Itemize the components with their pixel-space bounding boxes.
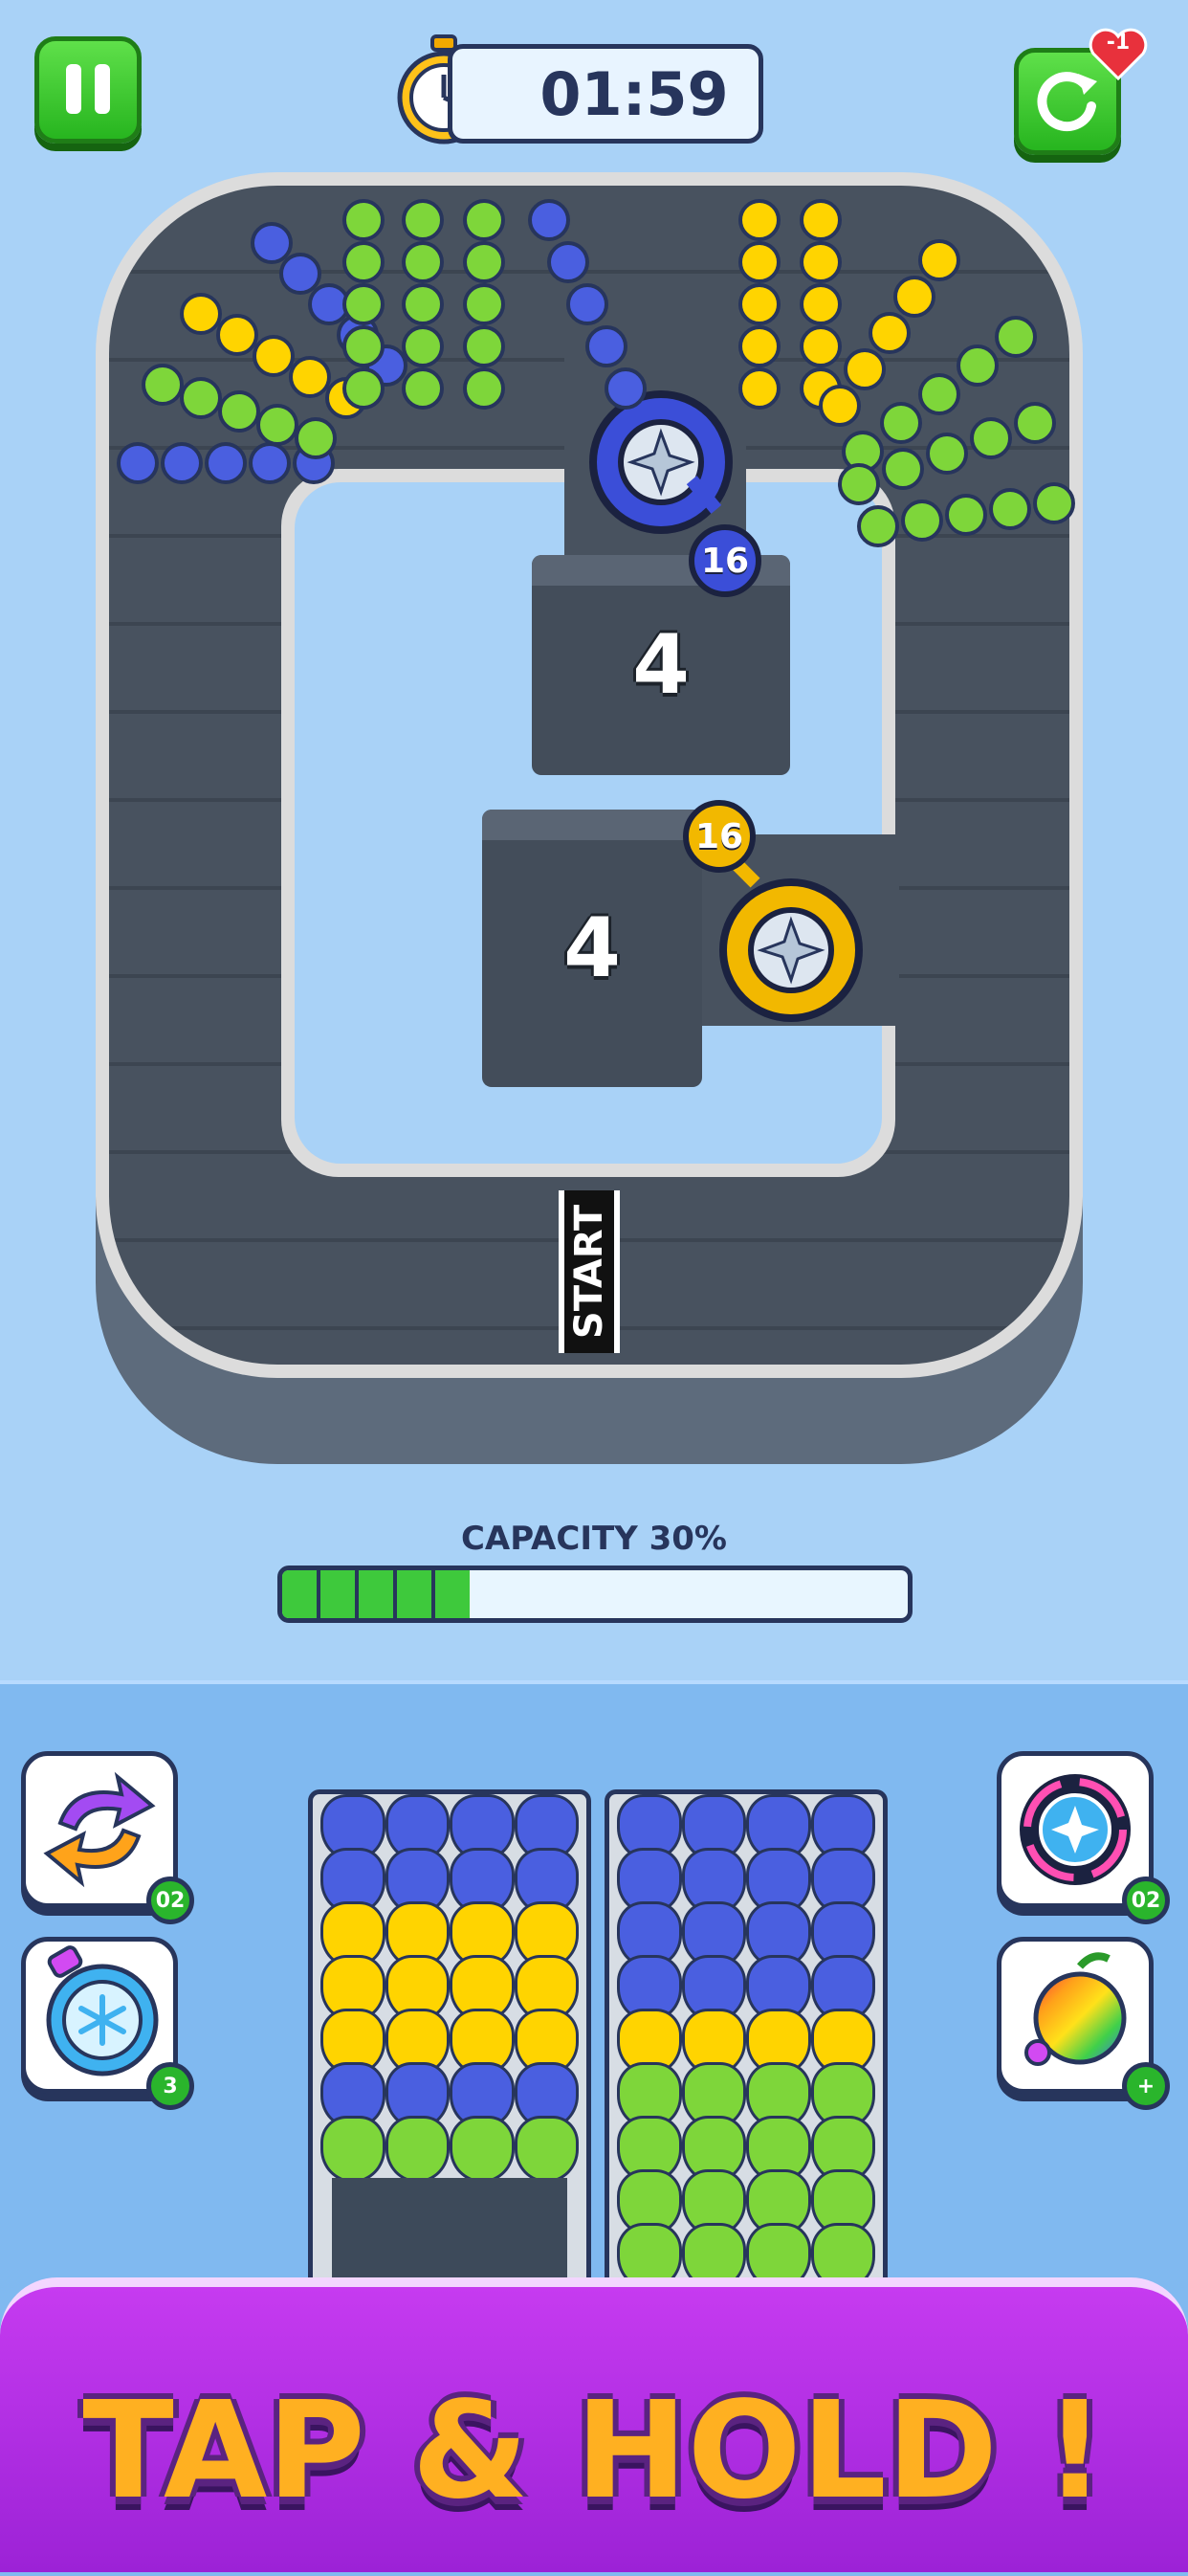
shuriken-icon <box>627 428 695 497</box>
bay-top-count: 4 <box>632 617 690 713</box>
track-fruit <box>463 367 505 410</box>
track-fruit <box>402 325 444 367</box>
track-fruit <box>402 199 444 241</box>
track-fruit <box>738 283 781 325</box>
track-fruit <box>249 442 291 484</box>
track-fruit <box>342 283 385 325</box>
track-fruit <box>844 348 886 390</box>
bay-mid-count: 4 <box>563 900 621 996</box>
track-fruit <box>800 325 842 367</box>
freeze-count: 3 <box>146 2062 194 2110</box>
track-fruit <box>463 199 505 241</box>
timer-display: 01:59 <box>448 44 763 144</box>
track-fruit <box>463 283 505 325</box>
track-fruit <box>253 335 295 377</box>
track-fruit <box>926 433 968 475</box>
track-fruit <box>893 276 935 318</box>
tap-hold-banner: TAP & HOLD ! <box>0 2277 1188 2572</box>
track-fruit <box>880 402 922 444</box>
track-fruit <box>1033 482 1075 524</box>
spinner-tool-button[interactable]: 02 <box>997 1751 1170 1924</box>
yellow-launcher-count: 16 <box>683 800 756 873</box>
shuffle-icon <box>43 1771 156 1888</box>
track-fruit <box>342 199 385 241</box>
track-fruit <box>918 373 960 415</box>
track-fruit <box>342 367 385 410</box>
track-fruit <box>738 367 781 410</box>
track-fruit <box>882 448 924 490</box>
track-fruit <box>402 241 444 283</box>
track-fruit <box>402 283 444 325</box>
track-fruit <box>819 385 861 427</box>
fruit-bay-middle: 4 <box>482 810 702 1087</box>
track-fruit <box>738 199 781 241</box>
fruit-column-right[interactable] <box>605 1789 888 2306</box>
track-fruit <box>585 325 627 367</box>
track-fruit <box>289 356 331 398</box>
rainbow-add: + <box>1122 2062 1170 2110</box>
track-fruit <box>605 367 647 410</box>
spinner-count: 02 <box>1122 1876 1170 1924</box>
yellow-launcher[interactable] <box>719 878 863 1022</box>
start-line: START <box>559 1190 620 1353</box>
track-fruit <box>463 241 505 283</box>
track-fruit <box>838 463 880 505</box>
track-fruit <box>738 241 781 283</box>
banner-text: TAP & HOLD ! <box>82 2373 1106 2529</box>
rainbow-tool-button[interactable]: + <box>997 1937 1170 2110</box>
shuffle-count: 02 <box>146 1876 194 1924</box>
track-fruit <box>402 367 444 410</box>
track-fruit <box>970 417 1012 459</box>
track-fruit <box>869 312 911 354</box>
life-heart-icon: -1 <box>1089 27 1148 81</box>
life-cost-label: -1 <box>1106 31 1131 55</box>
track-fruit <box>857 505 899 547</box>
pause-icon <box>66 64 110 114</box>
track-fruit <box>738 325 781 367</box>
rainbow-apple-icon <box>1024 1952 1127 2066</box>
track-fruit <box>342 325 385 367</box>
shuriken-icon <box>757 916 825 985</box>
fruit-row <box>320 2116 579 2183</box>
track-fruit <box>528 199 570 241</box>
track-fruit <box>463 325 505 367</box>
track-fruit <box>142 364 184 406</box>
freeze-clock-icon <box>46 1945 159 2076</box>
track-fruit <box>342 241 385 283</box>
capacity-label: CAPACITY 30% <box>460 1520 727 1558</box>
spinner-ring-icon <box>1020 1774 1131 1885</box>
track-fruit <box>566 283 608 325</box>
track-fruit <box>918 239 960 281</box>
track-fruit <box>995 316 1037 358</box>
track-fruit <box>547 241 589 283</box>
track-fruit <box>800 199 842 241</box>
track-fruit <box>216 314 258 356</box>
track-fruit <box>117 442 159 484</box>
blue-launcher-count: 16 <box>689 524 761 597</box>
track-fruit <box>256 404 298 446</box>
track-fruit <box>180 293 222 335</box>
track-fruit <box>800 283 842 325</box>
track-fruit <box>205 442 247 484</box>
track-fruit <box>901 500 943 542</box>
track-fruit <box>218 390 260 433</box>
track-fruit <box>945 494 987 536</box>
freeze-tool-button[interactable]: 3 <box>21 1937 194 2110</box>
track-fruit <box>1014 402 1056 444</box>
track-fruit <box>989 488 1031 530</box>
track-fruit <box>180 377 222 419</box>
track-fruit <box>161 442 203 484</box>
capacity-fill <box>282 1570 471 1618</box>
start-label: START <box>567 1204 611 1340</box>
fruit-column-left[interactable] <box>308 1789 591 2306</box>
capacity-bar <box>277 1566 913 1623</box>
track-fruit <box>957 344 999 387</box>
track-fruit <box>295 417 337 459</box>
pause-button[interactable] <box>34 36 142 144</box>
fruit-bay-top: 4 <box>532 555 790 775</box>
track-fruit <box>800 241 842 283</box>
shuffle-tool-button[interactable]: 02 <box>21 1751 194 1924</box>
